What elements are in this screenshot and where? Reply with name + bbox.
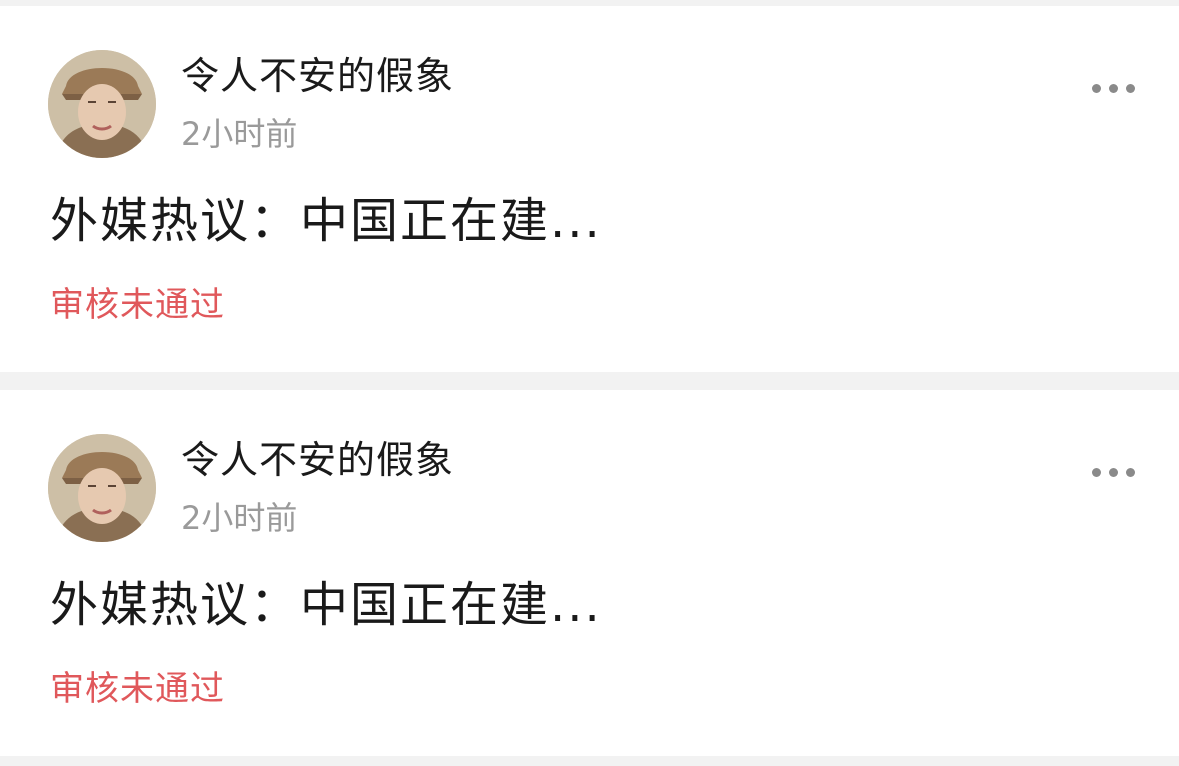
post-time: 2小时前 <box>181 115 298 153</box>
review-status: 审核未通过 <box>50 669 225 709</box>
avatar-image <box>48 50 156 158</box>
post-card[interactable]: 令人不安的假象 2小时前 外媒热议：中国正在建... 审核未通过 <box>0 390 1179 756</box>
avatar-image <box>48 434 156 542</box>
avatar[interactable] <box>48 50 156 158</box>
author-name[interactable]: 令人不安的假象 <box>181 52 454 100</box>
review-status: 审核未通过 <box>50 285 225 325</box>
more-horizontal-icon[interactable] <box>1086 68 1142 108</box>
more-horizontal-icon[interactable] <box>1086 452 1142 492</box>
author-name[interactable]: 令人不安的假象 <box>181 436 454 484</box>
avatar[interactable] <box>48 434 156 542</box>
post-feed: 令人不安的假象 2小时前 外媒热议：中国正在建... 审核未通过 令人不安的假象… <box>0 0 1179 766</box>
post-card[interactable]: 令人不安的假象 2小时前 外媒热议：中国正在建... 审核未通过 <box>0 6 1179 372</box>
post-title[interactable]: 外媒热议：中国正在建... <box>50 191 602 251</box>
post-time: 2小时前 <box>181 499 298 537</box>
post-title[interactable]: 外媒热议：中国正在建... <box>50 575 602 635</box>
